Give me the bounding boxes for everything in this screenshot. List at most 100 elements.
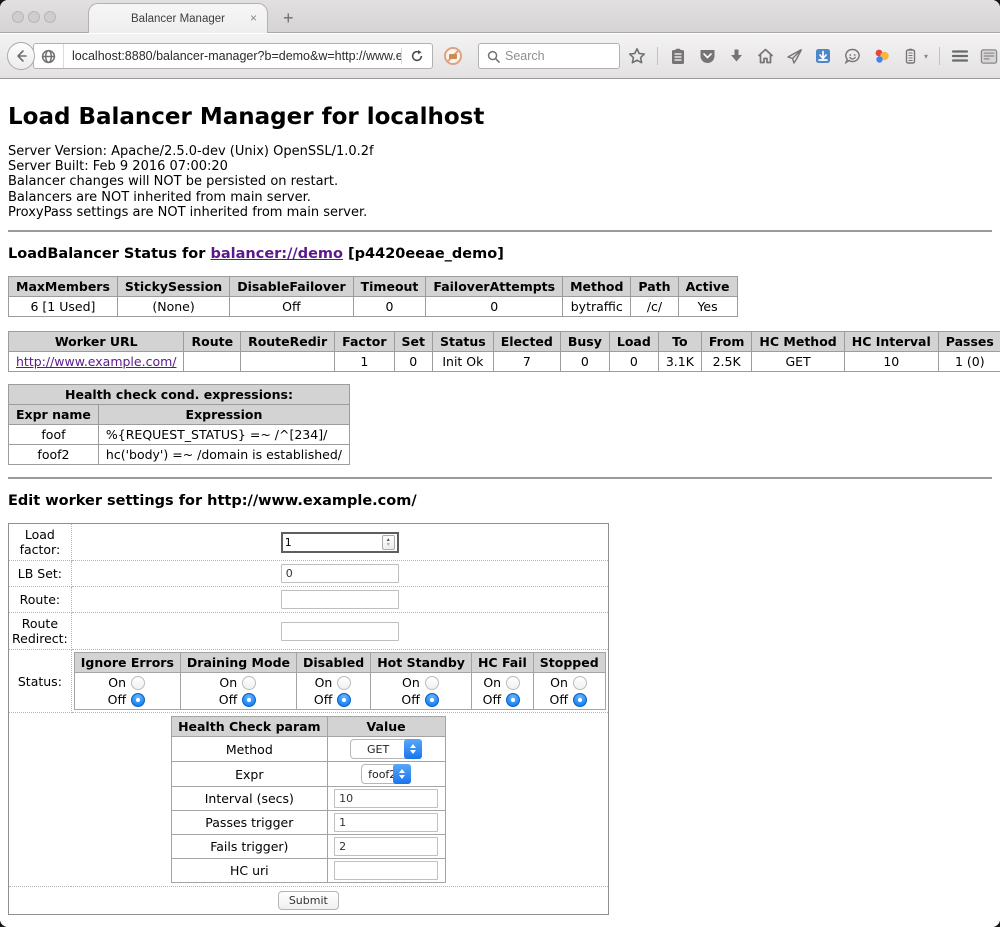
window-close-button[interactable] xyxy=(12,11,24,23)
radio-disabled-on[interactable] xyxy=(337,676,351,690)
radio-hot-standby-off[interactable] xyxy=(425,693,439,707)
radio-stopped-on[interactable] xyxy=(573,676,587,690)
battery-extension-button[interactable] xyxy=(901,47,919,65)
load-factor-input[interactable] xyxy=(285,536,382,549)
col-status: Status xyxy=(433,332,494,352)
cell-stickysession: (None) xyxy=(117,297,229,317)
on-label: On xyxy=(108,675,126,690)
home-icon xyxy=(757,48,774,64)
col-hot-standby: Hot Standby xyxy=(371,653,472,673)
col-stickysession: StickySession xyxy=(117,277,229,297)
reload-button[interactable] xyxy=(402,49,432,63)
status-header-row: Ignore Errors Draining Mode Disabled Hot… xyxy=(74,653,605,673)
menu-button[interactable] xyxy=(951,47,969,65)
health-check-expressions-table: Health check cond. expressions: Expr nam… xyxy=(8,384,350,465)
toolbar-icon-row: ▾ xyxy=(628,43,998,69)
number-spinner-icon[interactable]: ▴▾ xyxy=(382,535,395,550)
feedback-button[interactable] xyxy=(843,47,861,65)
clipboard-icon xyxy=(670,48,686,65)
status-radio-table: Ignore Errors Draining Mode Disabled Hot… xyxy=(74,652,606,710)
content-blocker-icon[interactable] xyxy=(443,46,463,71)
hc-uri-input[interactable] xyxy=(334,861,438,880)
radio-hc-fail-on[interactable] xyxy=(506,676,520,690)
cell-hc-method: GET xyxy=(752,352,844,372)
route-redirect-input[interactable] xyxy=(281,622,399,641)
search-bar[interactable]: Search xyxy=(478,43,620,69)
balancer-demo-link[interactable]: balancer://demo xyxy=(210,246,343,262)
radio-disabled-off[interactable] xyxy=(337,693,351,707)
cell-maxmembers: 6 [1 Used] xyxy=(9,297,118,317)
cell-elected: 7 xyxy=(493,352,560,372)
url-bar[interactable]: localhost:8880/balancer-manager?b=demo&w… xyxy=(33,43,433,69)
fails-input[interactable] xyxy=(334,837,438,856)
cell-disablefailover: Off xyxy=(230,297,353,317)
navigation-toolbar: localhost:8880/balancer-manager?b=demo&w… xyxy=(0,34,1000,79)
tile-view-button[interactable] xyxy=(980,47,998,65)
send-tab-button[interactable] xyxy=(785,47,803,65)
fails-label: Fails trigger) xyxy=(172,835,328,859)
tab-balancer-manager[interactable]: Balancer Manager × xyxy=(88,3,268,33)
downloads-button[interactable] xyxy=(727,47,745,65)
col-busy: Busy xyxy=(560,332,609,352)
globe-icon xyxy=(41,49,56,64)
hc-header-row: Health Check param Value xyxy=(172,717,446,737)
window-zoom-button[interactable] xyxy=(44,11,56,23)
worker-url-link[interactable]: http://www.example.com/ xyxy=(16,354,176,369)
radio-hot-standby-on[interactable] xyxy=(425,676,439,690)
radio-draining-mode-on[interactable] xyxy=(242,676,256,690)
lb-status-prefix: LoadBalancer Status for xyxy=(8,246,210,262)
cell-failoverattempts: 0 xyxy=(426,297,563,317)
radio-ignore-errors-off[interactable] xyxy=(131,693,145,707)
colored-dots-extension-button[interactable] xyxy=(872,47,890,65)
inherit-note: Balancers are NOT inherited from main se… xyxy=(8,190,992,205)
col-set: Set xyxy=(394,332,432,352)
radio-ignore-errors-on[interactable] xyxy=(131,676,145,690)
window-minimize-button[interactable] xyxy=(28,11,40,23)
col-elected: Elected xyxy=(493,332,560,352)
hc-uri-label: HC uri xyxy=(172,859,328,883)
radio-stopped-off[interactable] xyxy=(573,693,587,707)
back-button[interactable] xyxy=(7,42,35,70)
submit-button[interactable]: Submit xyxy=(278,891,339,910)
bookmark-star-button[interactable] xyxy=(628,47,646,65)
off-label: Off xyxy=(314,692,332,707)
radio-hc-fail-off[interactable] xyxy=(506,693,520,707)
reading-list-button[interactable] xyxy=(669,47,687,65)
radio-draining-mode-off[interactable] xyxy=(242,693,256,707)
method-select[interactable]: GET xyxy=(350,739,422,759)
search-placeholder: Search xyxy=(505,49,545,63)
lb-set-input[interactable] xyxy=(281,564,399,583)
chevron-down-icon[interactable]: ▾ xyxy=(924,52,928,61)
passes-input[interactable] xyxy=(334,813,438,832)
extension-download-button[interactable] xyxy=(814,47,832,65)
paper-plane-icon xyxy=(786,48,803,64)
home-button[interactable] xyxy=(756,47,774,65)
route-input[interactable] xyxy=(281,590,399,609)
tab-title: Balancer Manager xyxy=(131,13,225,25)
off-label: Off xyxy=(108,692,126,707)
pocket-button[interactable] xyxy=(698,47,716,65)
cell-method: bytraffic xyxy=(563,297,631,317)
col-route: Route xyxy=(184,332,241,352)
form-row-route: Route: xyxy=(9,587,609,613)
cell-expression: hc('body') =~ /domain is established/ xyxy=(98,445,349,465)
hc-row-passes: Passes trigger xyxy=(172,811,446,835)
server-version: Server Version: Apache/2.5.0-dev (Unix) … xyxy=(8,144,992,159)
col-failoverattempts: FailoverAttempts xyxy=(426,277,563,297)
select-stepper-icon xyxy=(393,764,411,784)
form-row-status: Status: Ignore Errors Draining Mode Disa… xyxy=(9,650,609,713)
site-identity[interactable] xyxy=(34,44,64,68)
off-label: Off xyxy=(401,692,419,707)
tab-close-icon[interactable]: × xyxy=(250,12,257,24)
cell-timeout: 0 xyxy=(353,297,426,317)
url-text[interactable]: localhost:8880/balancer-manager?b=demo&w… xyxy=(64,49,401,63)
expr-select[interactable]: foof2 xyxy=(361,764,411,784)
col-load: Load xyxy=(609,332,658,352)
grid-icon xyxy=(980,48,998,65)
table-title-row: Health check cond. expressions: xyxy=(9,385,350,405)
col-hc-fail: HC Fail xyxy=(471,653,533,673)
new-tab-button[interactable]: + xyxy=(283,8,294,29)
route-label: Route: xyxy=(9,587,72,613)
interval-input[interactable] xyxy=(334,789,438,808)
col-disabled: Disabled xyxy=(297,653,371,673)
